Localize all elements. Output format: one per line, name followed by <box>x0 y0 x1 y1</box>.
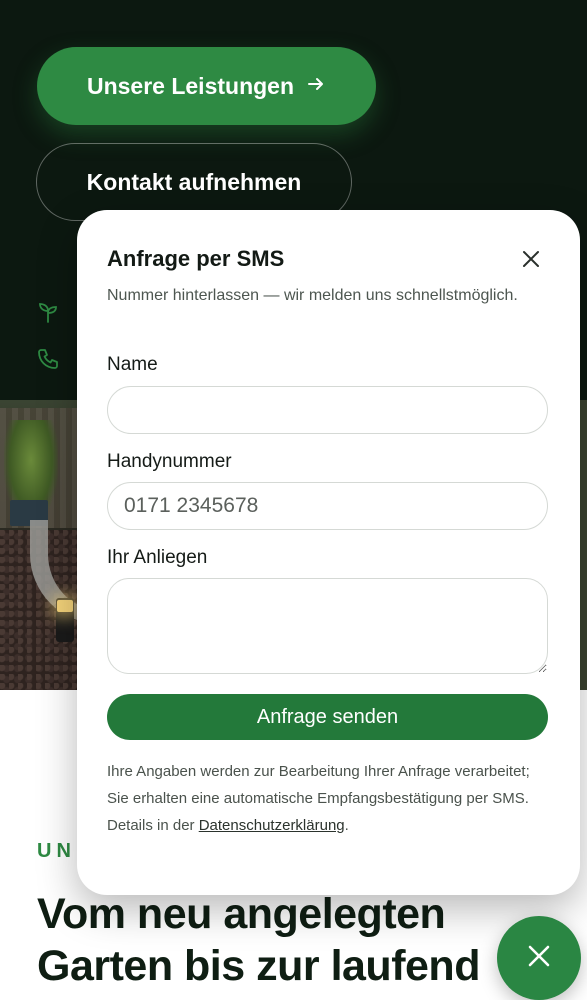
phone-label: Handynummer <box>107 451 232 472</box>
close-fab-button[interactable] <box>497 916 581 1000</box>
close-icon <box>526 943 552 974</box>
phone-icon <box>36 347 60 371</box>
phone-input[interactable] <box>107 482 548 530</box>
sms-request-dialog: Anfrage per SMS Nummer hinterlassen — wi… <box>77 210 580 895</box>
services-button-label: Unsere Leistungen <box>86 72 295 99</box>
section-eyebrow: UN <box>37 840 76 862</box>
garden-lamp <box>56 598 74 642</box>
close-icon[interactable] <box>518 246 544 272</box>
name-input[interactable] <box>107 386 548 434</box>
submit-request-button[interactable]: Anfrage senden <box>107 694 548 740</box>
privacy-notice: Ihre Angaben werden zur Bearbeitung Ihre… <box>107 758 537 839</box>
dialog-subtitle: Nummer hinterlassen — wir melden uns sch… <box>107 287 518 304</box>
message-textarea[interactable] <box>107 578 548 674</box>
contact-button-label: Kontakt aufnehmen <box>86 168 302 195</box>
submit-request-label: Anfrage senden <box>256 705 399 728</box>
sprout-icon <box>36 300 60 324</box>
arrow-right-icon <box>306 73 326 100</box>
privacy-end: . <box>344 817 349 834</box>
dialog-title: Anfrage per SMS <box>107 246 285 271</box>
name-label: Name <box>107 354 158 375</box>
services-button[interactable]: Unsere Leistungen <box>37 47 376 125</box>
privacy-policy-link[interactable]: Datenschutzerklärung <box>199 817 345 834</box>
message-label: Ihr Anliegen <box>107 547 208 568</box>
